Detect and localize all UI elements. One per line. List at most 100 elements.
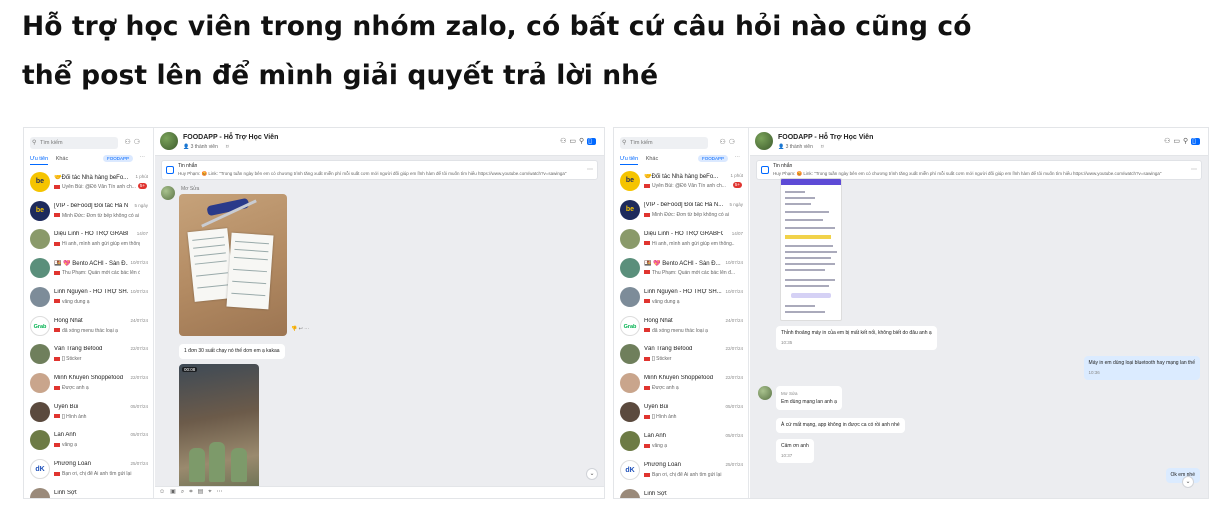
conversation-item[interactable]: be 🤝Đối tác Nhà hàng beFo... Uyên Bùi: @… bbox=[618, 168, 745, 197]
message-bubble[interactable]: Cảm ơn anh 10:37 bbox=[776, 439, 814, 463]
conversation-item[interactable]: Linh Sợt bbox=[28, 485, 150, 498]
conversation-item[interactable]: Uyên Bùi [] Hình ảnh 05/07/24 bbox=[618, 399, 745, 428]
zalo-screenshot-left: ⚲ Tìm kiếm ⚇⚆ Ưu tiên Khác FOODAPP ⋯ be … bbox=[23, 127, 605, 499]
conversation-preview-text: Uyên Bùi: @Đỗ Văn Tín anh ch... bbox=[62, 184, 136, 190]
conversation-preview-text: đã xóng menu thác loại ạ bbox=[62, 327, 118, 334]
conversation-item[interactable]: Grab Hồng Nhất đã xóng menu thác loại ạ … bbox=[618, 313, 745, 342]
conversation-time: 22/07/24 bbox=[130, 374, 148, 380]
group-avatar[interactable] bbox=[160, 132, 178, 150]
conversation-item[interactable]: 🍱 💖 Bento ACHI - Sàn Đ... Thu Phạm: Quán… bbox=[618, 255, 745, 284]
conversation-item[interactable]: be [VIP - beFood] Đối tác Hà N... Minh Đ… bbox=[618, 197, 745, 226]
conversation-item[interactable]: Uyên Bùi [] Hình ảnh 05/07/24 bbox=[28, 399, 150, 428]
search-icon[interactable]: ⚲ bbox=[579, 138, 587, 145]
message-bubble[interactable]: À cứ mất mạng, app không in được ca có r… bbox=[776, 418, 905, 433]
message-photo[interactable] bbox=[179, 194, 287, 336]
sticker-icon[interactable]: ☺ bbox=[159, 489, 170, 495]
conversation-name: Minh Khuyên Shoppefood bbox=[54, 374, 124, 381]
message-reactions[interactable]: 👎 ↩ ⋯ bbox=[291, 326, 309, 332]
conversation-avatar: Grab bbox=[620, 315, 640, 336]
conversation-item[interactable]: dK Phương Loan Bạn ơi, chị để Ai anh tìm… bbox=[618, 457, 745, 486]
pinned-more-icon[interactable]: ⋯ bbox=[587, 166, 593, 173]
scroll-down-button[interactable]: ⌄ bbox=[1182, 476, 1194, 488]
create-group-icon[interactable]: ⚆ bbox=[729, 139, 738, 146]
conversation-item[interactable]: Grab Hồng Nhất đã xóng menu thác loại ạ … bbox=[28, 313, 150, 342]
member-count[interactable]: 👤 3 thành viên ⌑ bbox=[183, 144, 228, 150]
conversation-preview-text: vâng ạ bbox=[62, 442, 78, 449]
scroll-down-button[interactable]: ⌄ bbox=[586, 468, 598, 480]
member-count[interactable]: 👤 3 thành viên ⌑ bbox=[778, 144, 823, 150]
conversation-item[interactable]: Diệu Linh - HỖ TRỢ GRABFO... Hi anh, mìn… bbox=[28, 226, 150, 255]
info-panel-icon[interactable]: ▯ bbox=[1191, 138, 1200, 145]
conversation-item[interactable]: Vân Trang Befood [] Sticker 22/07/24 bbox=[618, 341, 745, 370]
conversation-item[interactable]: Minh Khuyên Shoppefood Được anh ạ 22/07/… bbox=[28, 370, 150, 399]
attach-icon[interactable]: ⌕ bbox=[181, 489, 189, 495]
group-name[interactable]: FOODAPP - Hỗ Trợ Học Viên bbox=[183, 134, 278, 141]
add-member-icon[interactable]: ⚇ bbox=[560, 138, 569, 145]
member-count-text: 3 thành viên bbox=[785, 144, 813, 150]
search-input[interactable]: ⚲ Tìm kiếm bbox=[620, 137, 708, 149]
more-icon[interactable]: ⋯ bbox=[140, 155, 146, 161]
more-icon[interactable]: ⋯ bbox=[217, 489, 228, 495]
message-bubble-own[interactable]: Máy in em dùng loại bluetooth hay mạng l… bbox=[1083, 356, 1200, 380]
receipt-paper bbox=[226, 232, 274, 310]
group-name[interactable]: FOODAPP - Hỗ Trợ Học Viên bbox=[778, 134, 873, 141]
add-friend-icon[interactable]: ⚇ bbox=[719, 139, 728, 146]
tab-other[interactable]: Khác bbox=[646, 156, 659, 162]
pinned-more-icon[interactable]: ⋯ bbox=[1191, 166, 1197, 173]
conversation-time: 14/07 bbox=[731, 230, 743, 236]
conversation-item[interactable]: Linh Nguyễn - HỖ TRỢ SH... vâng dung ạ 1… bbox=[28, 284, 150, 313]
conversation-item[interactable]: Lan Anh vâng ạ 05/07/24 bbox=[618, 428, 745, 457]
add-friend-icon[interactable]: ⚇ bbox=[124, 139, 133, 146]
conversation-item[interactable]: 🍱 💖 Bento ACHI - Sàn Đ... Thu Phạm: Quán… bbox=[28, 255, 150, 284]
search-input[interactable]: ⚲ Tìm kiếm bbox=[30, 137, 118, 149]
video-call-icon[interactable]: ▭ bbox=[569, 138, 579, 145]
conversation-item[interactable]: Lan Anh vâng ạ 05/07/24 bbox=[28, 427, 150, 456]
format-icon[interactable]: ⌖ bbox=[208, 489, 216, 495]
conversation-item[interactable]: be [VIP - beFood] Đối tác Hà N... Minh Đ… bbox=[28, 198, 150, 227]
conversation-preview: [] Sticker bbox=[644, 356, 735, 362]
conversation-item[interactable]: Linh Sợt bbox=[618, 486, 745, 498]
conversation-name: 🍱 💖 Bento ACHI - Sàn Đ... bbox=[644, 260, 721, 267]
sender-avatar[interactable] bbox=[758, 386, 772, 400]
tab-priority[interactable]: Ưu tiên bbox=[620, 156, 639, 165]
conversation-item[interactable]: dK Phương Loan Bạn ơi, chị để Ai anh tìm… bbox=[28, 456, 150, 485]
more-icon[interactable]: ⋯ bbox=[735, 155, 741, 161]
conversation-item[interactable]: be 🤝Đối tác Nhà hàng beFo... Uyên Bùi: @… bbox=[28, 169, 150, 198]
search-icon[interactable]: ⚲ bbox=[1183, 138, 1191, 145]
conversation-preview: Hi anh, mình anh gửi giúp em thông... bbox=[54, 241, 140, 247]
tab-other[interactable]: Khác bbox=[56, 156, 69, 162]
photo-caption-bubble[interactable]: 1 đơn 30 suất chạy nó thế dơn em ạ kakaa bbox=[179, 344, 285, 359]
conversation-name: Hồng Nhất bbox=[54, 317, 83, 324]
label-filter[interactable]: FOODAPP bbox=[102, 155, 133, 162]
conversation-item[interactable]: Linh Nguyễn - HỖ TRỢ SH... vâng dung ạ 1… bbox=[618, 284, 745, 313]
conversation-item[interactable]: Minh Khuyên Shoppefood Được anh ạ 22/07/… bbox=[618, 370, 745, 399]
card-icon[interactable]: ▤ bbox=[198, 489, 209, 495]
conversation-item[interactable]: Diệu Linh - HỖ TRỢ GRABFO... Hi anh, mìn… bbox=[618, 226, 745, 255]
tag-icon[interactable]: ⌑ bbox=[226, 144, 229, 150]
message-bubble[interactable]: Thỉnh thoảng máy in của em bị mất kết nố… bbox=[776, 326, 937, 350]
label-flag-icon bbox=[644, 270, 650, 275]
conversation-item[interactable]: Vân Trang Befood [] Sticker 22/07/24 bbox=[28, 341, 150, 370]
conversation-name: 🍱 💖 Bento ACHI - Sàn Đ... bbox=[54, 261, 128, 268]
conversation-avatar bbox=[620, 431, 640, 452]
headline-line-2: thể post lên để mình giải quyết trả lời … bbox=[22, 60, 659, 91]
image-icon[interactable]: ▣ bbox=[170, 489, 181, 495]
message-bubble[interactable]: Mơ Sửa Em dùng mạng lan anh ạ bbox=[776, 386, 842, 410]
label-filter[interactable]: FOODAPP bbox=[697, 155, 728, 162]
conversation-preview-text: Hi anh, mình anh gửi giúp em thông... bbox=[652, 240, 735, 247]
info-panel-icon[interactable]: ▯ bbox=[587, 138, 596, 145]
tab-priority[interactable]: Ưu tiên bbox=[30, 156, 49, 165]
pinned-message[interactable]: Tin nhắn Huy Phạm: 😡 Link: "Trong tuần n… bbox=[756, 160, 1202, 180]
video-call-icon[interactable]: ▭ bbox=[1173, 138, 1183, 145]
sender-avatar[interactable] bbox=[161, 186, 175, 200]
message-video[interactable]: 00:08 bbox=[179, 364, 259, 498]
group-avatar[interactable] bbox=[755, 132, 773, 150]
conversation-preview-text: [] Sticker bbox=[652, 356, 672, 363]
add-member-icon[interactable]: ⚇ bbox=[1164, 138, 1173, 145]
screenshot-icon[interactable]: ⌗ bbox=[189, 489, 197, 495]
tag-icon[interactable]: ⌑ bbox=[821, 144, 824, 150]
create-group-icon[interactable]: ⚆ bbox=[134, 139, 143, 146]
pinned-message[interactable]: Tin nhắn Huy Phạm: 😡 Link: "Trong tuần n… bbox=[161, 160, 598, 180]
message-receipt-screenshot[interactable] bbox=[780, 178, 842, 321]
conversation-avatar bbox=[620, 373, 640, 394]
